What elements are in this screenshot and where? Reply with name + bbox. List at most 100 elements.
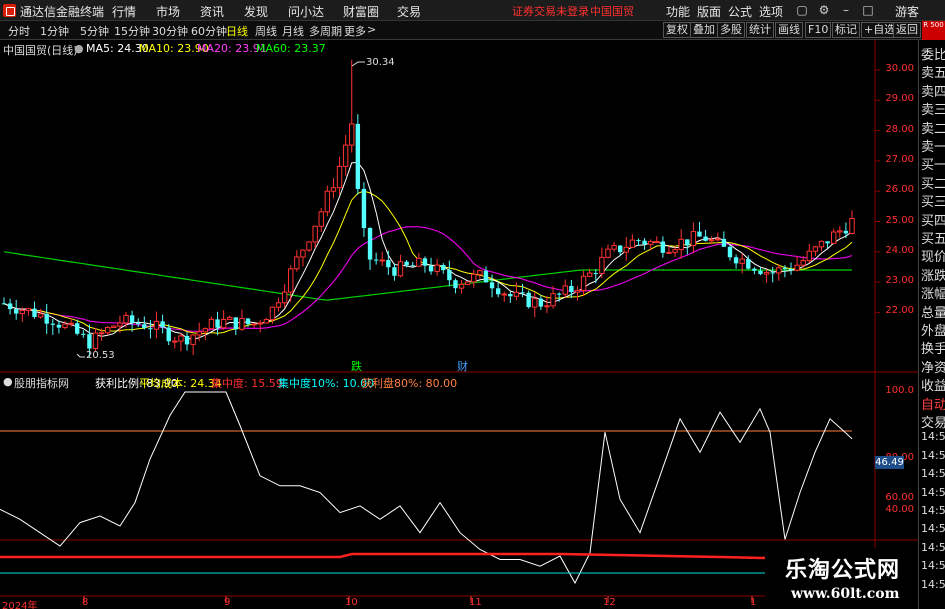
candle-body: [25, 308, 32, 311]
indicator-name[interactable]: 股朋指标网: [14, 375, 69, 391]
candle-body: [184, 335, 190, 345]
candle-body: [562, 285, 568, 295]
side-panel-item[interactable]: 买四: [921, 210, 945, 229]
kline-chart[interactable]: [0, 0, 918, 609]
date-aug: 8: [82, 597, 89, 608]
side-panel-item[interactable]: 卖四: [921, 81, 945, 100]
price-tick-label: 30.00: [885, 63, 914, 74]
side-panel-item[interactable]: 14:56: [921, 541, 945, 554]
candle-body: [367, 228, 373, 260]
indicator-value: 集中度10%: 10.00: [278, 377, 375, 390]
candle-body: [196, 331, 202, 336]
candle-body: [32, 308, 37, 317]
candle-body: [318, 211, 324, 227]
side-panel-item[interactable]: 总量: [921, 302, 945, 321]
candle-body: [87, 334, 92, 349]
candlesticks: [1, 59, 855, 357]
side-panel-item[interactable]: 交易: [921, 412, 945, 431]
candle-body: [98, 332, 105, 335]
r-badge[interactable]: R 500: [922, 21, 945, 40]
candle-body: [825, 241, 830, 244]
candle-body: [117, 322, 123, 327]
indicator-dot-icon[interactable]: ●: [3, 375, 13, 388]
candle-body: [312, 225, 318, 243]
side-panel-item[interactable]: 14:56: [921, 559, 945, 572]
side-panel-item[interactable]: 14:56: [921, 486, 945, 499]
candle-body: [782, 267, 788, 270]
signal-marker-2: 财: [457, 360, 468, 373]
side-panel-item[interactable]: 现价: [921, 246, 945, 265]
candle-body: [685, 239, 690, 246]
side-panel-item[interactable]: 卖三: [921, 99, 945, 118]
candle-body: [14, 309, 19, 314]
side-panel-item[interactable]: 委比: [921, 44, 945, 63]
candle-body: [574, 289, 581, 293]
candle-body: [336, 165, 343, 189]
side-panel-item[interactable]: 买一: [921, 154, 945, 173]
side-panel-item[interactable]: 自动: [921, 394, 945, 413]
date-sep: 9: [224, 597, 231, 608]
stock-label[interactable]: 中国国贸(日线): [3, 42, 78, 58]
side-panel-item[interactable]: 涨跌: [921, 265, 945, 284]
side-panel-item[interactable]: 14:56: [921, 522, 945, 535]
candle-body: [324, 190, 331, 213]
side-panel-item[interactable]: 14:56: [921, 430, 945, 443]
candle-body: [623, 246, 629, 253]
side-panel-item[interactable]: 外盘: [921, 320, 945, 339]
watermark: 乐淘公式网 www.60lt.com: [765, 548, 918, 609]
candle-body: [617, 245, 623, 253]
candle-body: [111, 325, 117, 328]
candle-body: [605, 248, 611, 258]
price-tick-label: 25.00: [885, 214, 914, 226]
side-panel-item[interactable]: 买三: [921, 191, 945, 210]
candle-body: [428, 265, 434, 272]
side-panel-item[interactable]: 卖五: [921, 62, 945, 81]
candle-body: [208, 318, 215, 330]
candle-body: [642, 240, 647, 245]
candle-body: [708, 239, 715, 242]
price-tick-label: 22.00: [885, 305, 914, 317]
side-panel-item[interactable]: 14:56: [921, 578, 945, 591]
candle-body: [580, 275, 587, 291]
candle-body: [550, 293, 556, 307]
candle-body: [178, 335, 184, 342]
side-panel-item[interactable]: 换手: [921, 338, 945, 357]
candle-body: [739, 258, 745, 264]
high-marker-line: [351, 61, 365, 67]
candle-body: [660, 241, 666, 253]
candle-body: [136, 322, 141, 325]
side-panel-item[interactable]: 卖二: [921, 118, 945, 137]
side-panel-item[interactable]: 净资: [921, 357, 945, 376]
date-dec: 12: [603, 597, 616, 608]
candle-body: [37, 313, 44, 318]
candle-body: [404, 261, 409, 266]
side-panel-item[interactable]: 14:56: [921, 467, 945, 480]
price-tick-label: 28.00: [885, 123, 914, 135]
price-tick-label: 29.00: [885, 93, 914, 105]
side-panel-item[interactable]: 14:56: [921, 449, 945, 462]
side-panel-item[interactable]: 收益: [921, 375, 945, 394]
candle-body: [281, 291, 288, 304]
candle-body: [611, 245, 617, 250]
side-panel-item[interactable]: 涨幅: [921, 283, 945, 302]
candle-body: [464, 281, 471, 285]
candle-body: [727, 246, 733, 258]
indicator-value: 集中度: 15.59: [211, 377, 283, 390]
side-panel-item[interactable]: 买二: [921, 173, 945, 192]
candle-body: [288, 268, 294, 293]
candle-body: [800, 260, 806, 266]
ma60-line: [3, 251, 852, 301]
candle-body: [227, 316, 233, 320]
side-panel-item[interactable]: 买五: [921, 228, 945, 247]
candle-body: [392, 267, 397, 276]
candle-body: [690, 231, 697, 247]
candle-body: [770, 272, 775, 274]
side-panel-item[interactable]: 14:56: [921, 504, 945, 517]
candle-body: [447, 270, 452, 281]
settings-dot-icon[interactable]: ●: [74, 42, 84, 55]
candle-body: [172, 340, 178, 343]
candle-body: [629, 239, 636, 248]
candle-body: [105, 326, 111, 334]
candle-body: [239, 317, 245, 330]
side-panel-item[interactable]: 卖一: [921, 136, 945, 155]
